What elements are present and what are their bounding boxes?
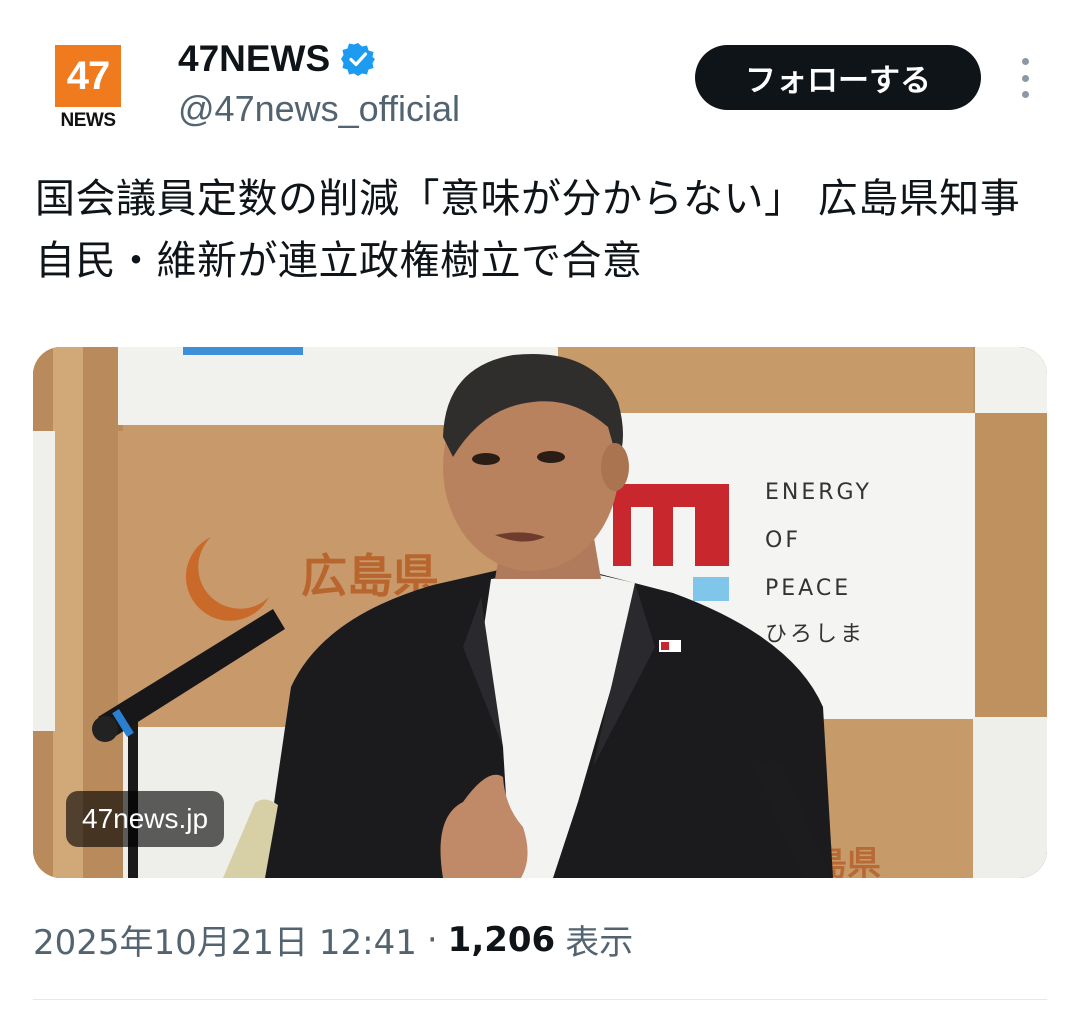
- display-name[interactable]: 47NEWS: [178, 38, 330, 80]
- backdrop-panel-line-4: ひろしま: [765, 622, 865, 647]
- views-count: 1,206: [447, 919, 556, 960]
- verified-badge-icon[interactable]: [340, 41, 376, 77]
- divider: [33, 999, 1047, 1000]
- tweet-text: 国会議員定数の削減「意味が分からない」 広島県知事 自民・維新が連立政権樹立で合…: [35, 176, 1061, 284]
- backdrop-panel-line-1: ENERGY: [765, 480, 872, 505]
- account-handle[interactable]: @47news_official: [178, 88, 460, 130]
- backdrop-panel-line-3: PEACE: [765, 576, 851, 601]
- more-vertical-icon[interactable]: [1010, 58, 1040, 98]
- backdrop-panel-line-2: OF: [765, 528, 801, 553]
- follow-button[interactable]: フォローする: [695, 45, 981, 110]
- views-label: 表示: [565, 923, 634, 963]
- timestamp[interactable]: 2025年10月21日 12:41: [33, 915, 417, 964]
- tweet-meta: 2025年10月21日 12:41 · 1,206 表示: [33, 915, 633, 964]
- meta-separator: ·: [426, 919, 438, 960]
- display-name-row: 47NEWS: [178, 38, 376, 80]
- avatar-logo-subtext: NEWS: [60, 110, 117, 131]
- avatar[interactable]: 47 NEWS: [55, 45, 121, 133]
- avatar-logo: 47: [55, 45, 121, 107]
- tweet-header: 47 NEWS 47NEWS @47news_official フォローする: [0, 0, 1080, 150]
- source-link-badge[interactable]: 47news.jp: [66, 791, 225, 847]
